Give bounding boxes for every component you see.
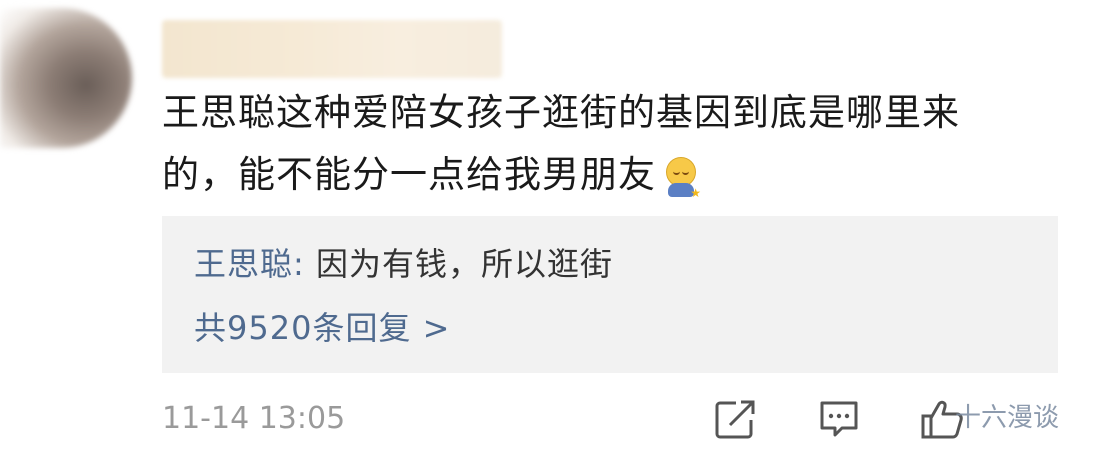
watermark: 十六漫谈 (955, 403, 1060, 433)
comment-line-2: 的，能不能分一点给我男朋友 ★ (162, 144, 1042, 206)
shy-emoji-icon: ★ (664, 155, 702, 199)
comment-body: 王思聪这种爱陪女孩子逛街的基因到底是哪里来 的，能不能分一点给我男朋友 ★ (162, 82, 1042, 206)
reply-text: 因为有钱，所以逛街 (304, 245, 613, 283)
reply-author[interactable]: 王思聪: (194, 245, 305, 283)
reply-preview[interactable]: 王思聪: 因为有钱，所以逛街 共9520条回复 > (162, 216, 1058, 373)
comment-line-1: 王思聪这种爱陪女孩子逛街的基因到底是哪里来 (162, 91, 960, 134)
reply-line: 王思聪: 因为有钱，所以逛街 (194, 242, 613, 286)
timestamp: 11-14 13:05 (162, 401, 346, 436)
comment-icon[interactable] (818, 398, 860, 440)
comment-line-2-text: 的，能不能分一点给我男朋友 (162, 153, 656, 196)
share-icon[interactable] (714, 398, 756, 440)
avatar[interactable] (0, 8, 132, 148)
comment-card: 王思聪这种爱陪女孩子逛街的基因到底是哪里来 的，能不能分一点给我男朋友 ★ 王思… (0, 0, 1097, 457)
username-redacted[interactable] (162, 20, 502, 78)
view-replies-link[interactable]: 共9520条回复 > (194, 306, 450, 350)
